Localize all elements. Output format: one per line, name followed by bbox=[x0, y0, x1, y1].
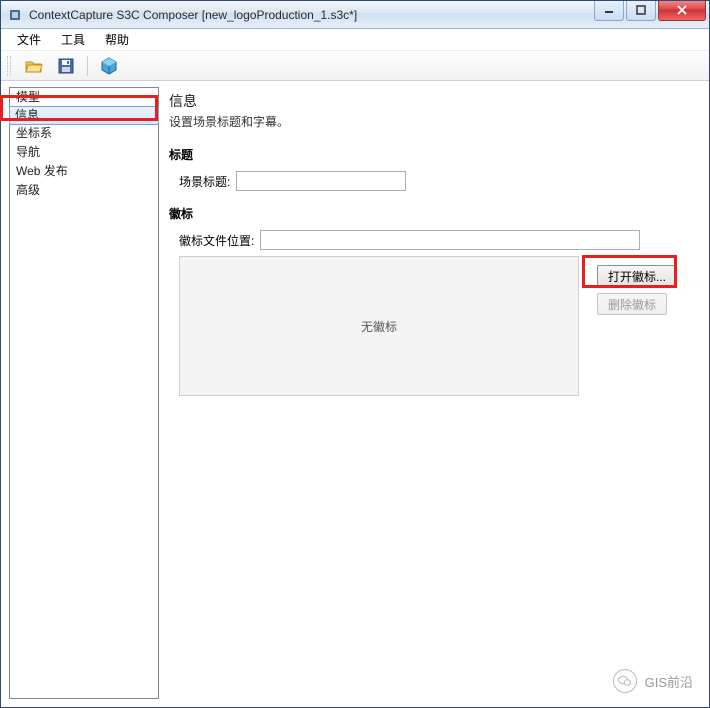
panel-description: 设置场景标题和字幕。 bbox=[169, 113, 695, 130]
menu-file[interactable]: 文件 bbox=[7, 29, 51, 50]
menubar: 文件 工具 帮助 bbox=[1, 29, 709, 51]
menu-tools[interactable]: 工具 bbox=[51, 29, 95, 50]
row-scene-title: 场景标题: bbox=[179, 171, 695, 191]
content-panel: 信息 设置场景标题和字幕。 标题 场景标题: 徽标 徽标文件位置: 无徽标 打开… bbox=[169, 87, 701, 699]
toolbar-grip bbox=[7, 56, 11, 76]
sidebar-item-info[interactable]: 信息 bbox=[9, 106, 159, 125]
logo-preview: 无徽标 bbox=[179, 256, 579, 396]
menu-help[interactable]: 帮助 bbox=[95, 29, 139, 50]
app-icon bbox=[7, 7, 23, 23]
panel-heading: 信息 bbox=[169, 91, 695, 111]
scene-title-label: 场景标题: bbox=[179, 173, 230, 190]
sidebar-item-nav[interactable]: 导航 bbox=[10, 143, 158, 162]
minimize-button[interactable] bbox=[594, 1, 624, 21]
sidebar: 模型 信息 坐标系 导航 Web 发布 高级 bbox=[9, 87, 159, 699]
titlebar[interactable]: ContextCapture S3C Composer [new_logoPro… bbox=[1, 1, 709, 29]
close-button[interactable] bbox=[658, 1, 706, 21]
no-logo-text: 无徽标 bbox=[361, 318, 397, 335]
row-logo-path: 徽标文件位置: bbox=[179, 230, 695, 250]
sidebar-item-model[interactable]: 模型 bbox=[10, 88, 158, 107]
section-title: 标题 bbox=[169, 146, 695, 163]
section-logo: 徽标 bbox=[169, 205, 695, 222]
cube-icon[interactable] bbox=[98, 55, 120, 77]
window-title: ContextCapture S3C Composer [new_logoPro… bbox=[29, 8, 592, 22]
maximize-button[interactable] bbox=[626, 1, 656, 21]
open-logo-button[interactable]: 打开徽标... bbox=[597, 265, 677, 287]
toolbar-separator bbox=[87, 56, 88, 76]
toolbar bbox=[1, 51, 709, 81]
open-icon[interactable] bbox=[23, 55, 45, 77]
delete-logo-button[interactable]: 删除徽标 bbox=[597, 293, 667, 315]
save-icon[interactable] bbox=[55, 55, 77, 77]
sidebar-item-web[interactable]: Web 发布 bbox=[10, 162, 158, 181]
logo-buttons: 打开徽标... 删除徽标 bbox=[597, 265, 677, 315]
sidebar-item-srs[interactable]: 坐标系 bbox=[10, 124, 158, 143]
window-controls bbox=[592, 1, 706, 21]
sidebar-item-advanced[interactable]: 高级 bbox=[10, 181, 158, 200]
logo-path-input[interactable] bbox=[260, 230, 640, 250]
logo-path-label: 徽标文件位置: bbox=[179, 232, 254, 249]
app-window: ContextCapture S3C Composer [new_logoPro… bbox=[0, 0, 710, 708]
scene-title-input[interactable] bbox=[236, 171, 406, 191]
body: 模型 信息 坐标系 导航 Web 发布 高级 信息 设置场景标题和字幕。 标题 … bbox=[1, 81, 709, 707]
